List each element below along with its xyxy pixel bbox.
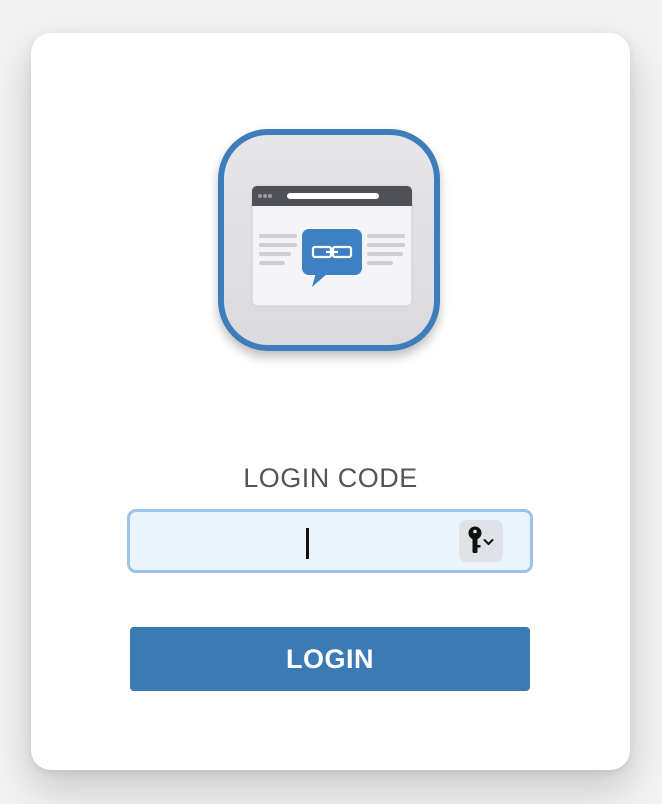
text-caret [306, 528, 309, 559]
login-code-input[interactable] [127, 509, 533, 573]
browser-chat-link-icon [251, 185, 413, 307]
app-icon [218, 129, 440, 351]
login-button[interactable]: LOGIN [130, 627, 530, 691]
login-card: LOGIN CODE LOGIN [31, 33, 630, 770]
login-code-label: LOGIN CODE [243, 463, 418, 493]
chevron-down-icon [483, 539, 494, 545]
key-icon [468, 526, 482, 553]
password-autofill-button[interactable] [459, 520, 503, 562]
